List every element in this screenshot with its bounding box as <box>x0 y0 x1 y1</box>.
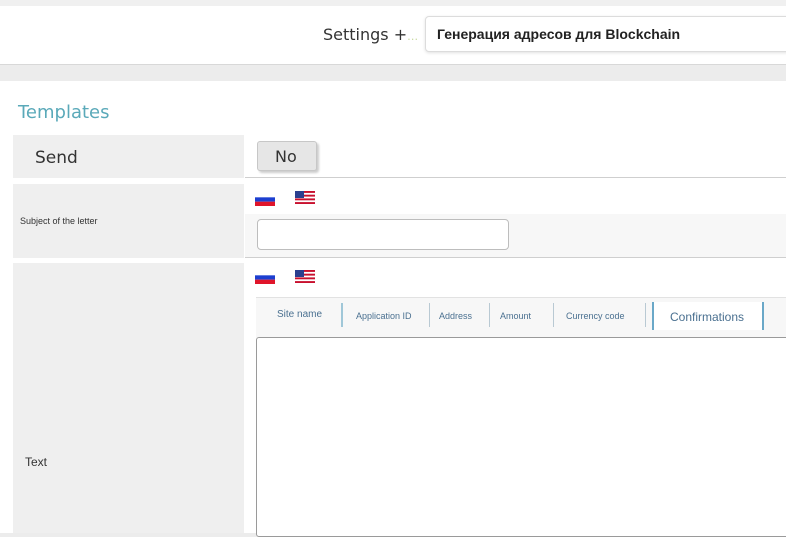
tag-separator <box>489 303 490 327</box>
us-flag-icon[interactable] <box>295 270 315 283</box>
row-divider <box>245 257 786 258</box>
section-title: Templates <box>18 102 110 123</box>
row-divider <box>245 177 786 178</box>
us-flag-icon[interactable] <box>295 191 315 204</box>
tag-separator <box>429 303 430 327</box>
breadcrumb-faded: … <box>407 30 419 43</box>
page-header: Settings +… Генерация адресов для Blockc… <box>0 6 786 65</box>
send-toggle-button[interactable]: No <box>257 141 317 171</box>
ru-flag-icon[interactable] <box>255 193 275 206</box>
text-label-cell <box>13 263 244 533</box>
text-label: Text <box>25 455 48 469</box>
ru-flag-icon[interactable] <box>255 271 275 284</box>
header-gap <box>0 65 786 81</box>
tag-address[interactable]: Address <box>439 311 472 321</box>
tag-site-name[interactable]: Site name <box>277 309 322 320</box>
text-editor-area[interactable] <box>256 337 786 537</box>
tag-separator <box>645 303 646 327</box>
page-title: Генерация адресов для Blockchain <box>425 16 786 52</box>
subject-input[interactable] <box>257 219 509 250</box>
tag-application-id[interactable]: Application ID <box>356 311 412 321</box>
tag-currency-code[interactable]: Currency code <box>566 311 625 321</box>
subject-label: Subject of the letter <box>20 216 98 226</box>
breadcrumb[interactable]: Settings +… <box>323 25 418 44</box>
send-value-cell <box>245 135 786 178</box>
send-label: Send <box>35 148 78 168</box>
tag-amount[interactable]: Amount <box>500 311 531 321</box>
tag-separator <box>341 303 343 327</box>
tag-separator <box>553 303 554 327</box>
breadcrumb-settings[interactable]: Settings + <box>323 25 407 44</box>
tag-confirmations[interactable]: Confirmations <box>670 310 744 324</box>
